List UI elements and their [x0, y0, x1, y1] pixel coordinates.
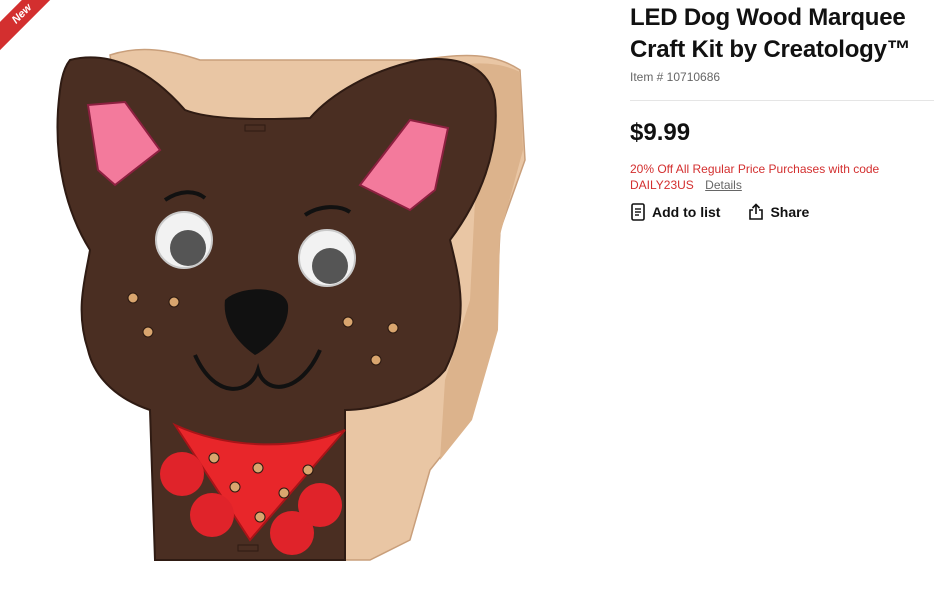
promo-message: 20% Off All Regular Price Purchases with… — [630, 161, 934, 193]
item-number: Item # 10710686 — [630, 70, 721, 84]
divider — [630, 100, 934, 101]
product-actions: Add to list Share — [630, 203, 934, 221]
product-image[interactable]: New — [0, 0, 600, 600]
product-info: LED Dog Wood Marquee Craft Kit by Creato… — [630, 0, 934, 221]
share-icon — [748, 203, 764, 221]
share-button[interactable]: Share — [748, 203, 809, 221]
promo-details-link[interactable]: Details — [705, 178, 742, 192]
add-to-list-label: Add to list — [652, 204, 721, 220]
share-label: Share — [770, 204, 810, 220]
add-to-list-button[interactable]: Add to list — [630, 203, 720, 221]
product-photo — [56, 48, 526, 561]
product-title: LED Dog Wood Marquee Craft Kit by Creato… — [630, 4, 911, 63]
pom-pom — [298, 483, 342, 527]
product-price: $9.99 — [630, 119, 691, 146]
promo-code: DAILY23US — [630, 178, 694, 192]
promo-text: 20% Off All Regular Price Purchases with… — [630, 162, 880, 176]
pom-pom — [160, 452, 204, 496]
list-icon — [630, 203, 646, 221]
pom-pom — [190, 493, 234, 537]
